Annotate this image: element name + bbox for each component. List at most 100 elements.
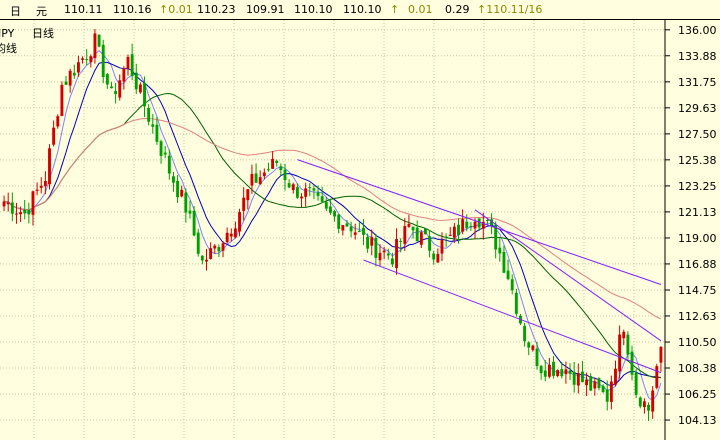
- candle-body: [233, 228, 237, 238]
- candle: [510, 274, 514, 295]
- candle-body: [81, 58, 85, 60]
- candle: [15, 202, 18, 224]
- candle: [151, 114, 155, 134]
- header-field: 110.10: [294, 3, 333, 16]
- candle-body: [93, 33, 97, 59]
- candle: [424, 228, 427, 235]
- candle-body: [415, 227, 419, 242]
- candle-body: [56, 116, 60, 127]
- candle-body: [147, 108, 151, 122]
- tick-label: 110.50: [678, 336, 717, 349]
- candle: [31, 190, 35, 226]
- candle: [271, 151, 275, 169]
- candle-body: [114, 90, 118, 95]
- candle: [85, 49, 89, 66]
- candle-body: [283, 169, 287, 181]
- candle-body: [568, 370, 572, 374]
- candle: [242, 187, 246, 221]
- candle: [614, 360, 617, 387]
- trendline: [297, 159, 662, 285]
- candle-body: [560, 369, 564, 377]
- candle-body: [130, 54, 134, 76]
- candle: [469, 222, 473, 231]
- candle: [246, 189, 250, 210]
- candle-body: [176, 180, 180, 198]
- candle-body: [659, 346, 663, 363]
- candle-body: [180, 189, 184, 197]
- symbol-label: JPY: [0, 27, 15, 40]
- candle-body: [2, 201, 6, 207]
- candle-body: [601, 385, 605, 392]
- candle: [118, 74, 122, 101]
- candle-body: [10, 202, 14, 214]
- candle-body: [556, 370, 560, 376]
- candle-body: [531, 345, 535, 350]
- candle: [642, 398, 646, 414]
- candle: [630, 345, 634, 381]
- candle: [176, 175, 180, 204]
- candle-body: [614, 368, 617, 385]
- candle-body: [48, 148, 51, 185]
- candle-body: [411, 226, 415, 231]
- candle-body: [312, 188, 316, 191]
- candle-body: [68, 70, 72, 86]
- candle-body: [89, 56, 93, 63]
- candle-body: [15, 213, 18, 215]
- candle-body: [428, 236, 432, 251]
- candle: [308, 183, 312, 197]
- header-field: 110.23: [197, 3, 236, 16]
- candle-body: [514, 292, 518, 314]
- chart-window: 136.00 133.88 131.75 129.63 127.50 125.38 123.…: [0, 0, 720, 440]
- candle-body: [655, 366, 659, 388]
- candle: [597, 377, 601, 391]
- candle-body: [638, 397, 642, 407]
- candle: [324, 197, 328, 212]
- candle-body: [547, 364, 551, 377]
- candle: [622, 329, 626, 346]
- candle-body: [221, 243, 225, 251]
- candle: [490, 213, 493, 235]
- header-field: ↑: [390, 3, 400, 16]
- candle: [10, 192, 14, 222]
- candle-body: [589, 376, 593, 391]
- candle-body: [374, 237, 378, 258]
- tick-label: 131.75: [678, 76, 717, 89]
- candle-body: [618, 334, 622, 372]
- candle-body: [143, 82, 146, 107]
- candle: [221, 240, 225, 258]
- candle: [399, 238, 403, 253]
- header-field: 日: [10, 5, 21, 18]
- candle-body: [151, 124, 155, 127]
- candle-body: [64, 81, 68, 85]
- candle-body: [498, 247, 502, 254]
- candle-body: [353, 232, 357, 235]
- candle-body: [440, 240, 444, 254]
- candle-body: [328, 206, 332, 213]
- candle-body: [217, 247, 221, 252]
- candle-body: [35, 189, 39, 191]
- candle-body: [200, 255, 204, 261]
- candle: [337, 213, 341, 234]
- price-chart[interactable]: 136.00 133.88 131.75 129.63 127.50 125.38 123.…: [0, 0, 720, 440]
- candle-body: [539, 365, 543, 374]
- candle: [370, 229, 374, 256]
- candle-body: [126, 57, 130, 69]
- indicator-label: 均线: [0, 41, 17, 55]
- candle-body: [52, 127, 56, 145]
- candle: [618, 325, 622, 379]
- candle: [184, 188, 188, 223]
- candle-body: [262, 172, 266, 177]
- candle: [56, 114, 60, 129]
- candle: [415, 220, 419, 242]
- candle-body: [630, 351, 634, 375]
- candle-body: [167, 155, 171, 174]
- candle: [506, 259, 510, 281]
- candle: [200, 255, 204, 265]
- candle-body: [172, 176, 175, 183]
- candle-body: [246, 189, 250, 201]
- header-field: 110.11: [64, 3, 103, 16]
- candle: [407, 214, 411, 228]
- candle: [130, 43, 134, 81]
- candle: [89, 54, 93, 68]
- header-field: ↑0.01: [159, 3, 193, 16]
